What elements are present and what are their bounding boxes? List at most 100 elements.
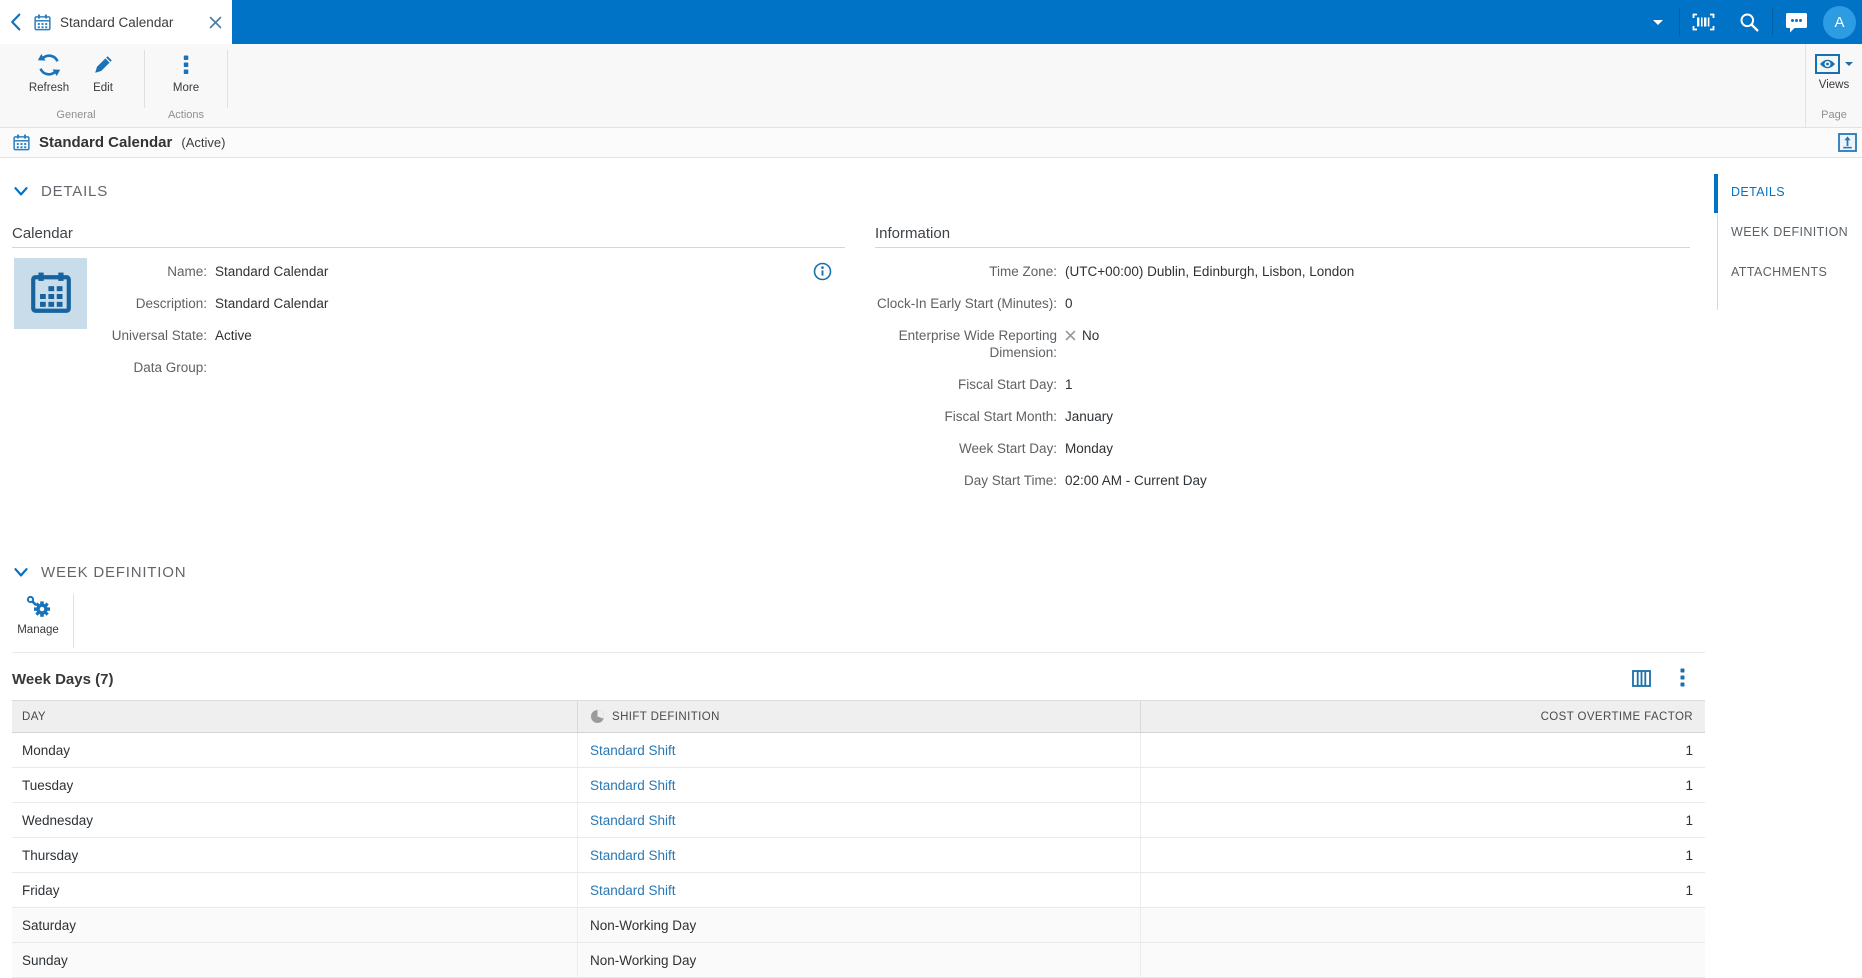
nav-item-week-definition[interactable]: WEEK DEFINITION	[1731, 225, 1848, 240]
details-section-header[interactable]: DETAILS	[14, 183, 108, 200]
calendar-image	[14, 258, 87, 329]
shift-definition-cell: Standard Shift	[577, 733, 1140, 767]
topbar-dropdown-caret[interactable]	[1637, 0, 1679, 44]
column-header-label: SHIFT DEFINITION	[612, 711, 720, 723]
top-bar: Standard Calendar	[0, 0, 1862, 44]
week-definition-section-header[interactable]: WEEK DEFINITION	[14, 564, 186, 581]
shift-definition-link[interactable]: Standard Shift	[590, 883, 676, 898]
barcode-scan-button[interactable]	[1680, 0, 1726, 44]
table-row-wednesday[interactable]: Wednesday Standard Shift 1	[12, 803, 1705, 838]
field-row: Clock-In Early Start (Minutes): 0	[757, 295, 1497, 312]
field-value-text: No	[1082, 327, 1099, 344]
information-panel-header: Information	[875, 225, 950, 242]
edit-button[interactable]: Edit	[76, 44, 130, 109]
field-row: Fiscal Start Day: 1	[757, 376, 1497, 393]
manage-gears-icon	[25, 594, 52, 619]
record-title-bar: Standard Calendar (Active)	[0, 128, 1862, 158]
caret-down-icon	[1845, 62, 1853, 66]
record-status: (Active)	[181, 135, 225, 150]
details-section-title: DETAILS	[41, 183, 108, 200]
field-label: Fiscal Start Month:	[757, 408, 1057, 425]
calendar-panel-header: Calendar	[12, 225, 73, 242]
field-value: Active	[215, 327, 252, 344]
shift-definition-link[interactable]: Standard Shift	[590, 813, 676, 828]
x-icon	[1065, 330, 1076, 341]
day-cell: Tuesday	[12, 768, 577, 802]
search-icon	[1739, 12, 1759, 32]
calendar-tab-icon	[34, 14, 51, 31]
shift-definition-link[interactable]: Standard Shift	[590, 848, 676, 863]
nav-item-details[interactable]: DETAILS	[1731, 185, 1848, 200]
divider	[12, 652, 1705, 653]
tab-standard-calendar[interactable]: Standard Calendar	[30, 0, 232, 44]
day-cell: Friday	[12, 873, 577, 907]
edit-pencil-icon	[91, 51, 115, 79]
manage-button[interactable]: Manage	[10, 594, 66, 636]
chevron-down-icon	[14, 187, 28, 196]
day-cell: Thursday	[12, 838, 577, 872]
views-button[interactable]	[1815, 54, 1853, 74]
column-header-shift-definition[interactable]: SHIFT DEFINITION	[577, 701, 1140, 732]
chat-button[interactable]	[1773, 0, 1819, 44]
more-label: More	[173, 82, 199, 94]
field-label: Day Start Time:	[757, 472, 1057, 489]
field-label: Fiscal Start Day:	[757, 376, 1057, 393]
shift-definition-cell: Non-Working Day	[577, 908, 1140, 942]
field-label: Name:	[105, 263, 207, 280]
field-row: Description: Standard Calendar	[105, 295, 745, 312]
barcode-icon	[1692, 13, 1715, 31]
field-row: Enterprise Wide Reporting Dimension: No	[757, 327, 1497, 361]
shift-definition-link[interactable]: Standard Shift	[590, 743, 676, 758]
column-header-cost-overtime-factor[interactable]: COST OVERTIME FACTOR	[1140, 701, 1705, 732]
table-header-row: DAY SHIFT DEFINITION COST OVERTIME FACTO…	[12, 700, 1705, 733]
table-row-sunday[interactable]: Sunday Non-Working Day	[12, 943, 1705, 978]
column-header-day[interactable]: DAY	[12, 701, 577, 732]
shift-definition-icon	[590, 709, 605, 724]
field-label: Data Group:	[105, 359, 207, 376]
column-settings-button[interactable]	[1630, 667, 1652, 689]
day-cell: Monday	[12, 733, 577, 767]
field-label: Enterprise Wide Reporting Dimension:	[852, 327, 1057, 361]
cost-overtime-cell: 1	[1140, 803, 1705, 837]
refresh-label: Refresh	[29, 82, 69, 94]
divider	[12, 247, 845, 248]
page-nav: DETAILS WEEK DEFINITION ATTACHMENTS	[1731, 185, 1848, 305]
expand-icon	[1838, 133, 1857, 152]
expand-panel-button[interactable]	[1838, 133, 1857, 152]
tab-close-icon[interactable]	[202, 0, 228, 44]
refresh-icon	[36, 51, 62, 79]
field-row: Universal State: Active	[105, 327, 745, 344]
field-row: Day Start Time: 02:00 AM - Current Day	[757, 472, 1497, 489]
table-row-thursday[interactable]: Thursday Standard Shift 1	[12, 838, 1705, 873]
shift-definition-text: Non-Working Day	[590, 918, 696, 933]
ribbon-divider	[227, 50, 228, 108]
shift-definition-cell: Standard Shift	[577, 803, 1140, 837]
ribbon-left: Refresh Edit General	[8, 44, 228, 128]
table-row-friday[interactable]: Friday Standard Shift 1	[12, 873, 1705, 908]
field-value: Standard Calendar	[215, 263, 328, 280]
record-title: Standard Calendar	[39, 134, 172, 151]
nav-item-attachments[interactable]: ATTACHMENTS	[1731, 265, 1848, 280]
table-row-saturday[interactable]: Saturday Non-Working Day	[12, 908, 1705, 943]
ribbon-group-general: Refresh Edit General	[8, 44, 144, 128]
field-value: No	[1065, 327, 1099, 361]
calendar-large-icon	[28, 271, 74, 317]
more-kebab-icon	[183, 51, 189, 79]
avatar[interactable]: A	[1823, 6, 1856, 39]
back-button[interactable]	[0, 0, 30, 44]
more-button[interactable]: More	[159, 44, 213, 109]
shift-definition-link[interactable]: Standard Shift	[590, 778, 676, 793]
caret-down-icon	[1653, 20, 1663, 25]
search-button[interactable]	[1726, 0, 1772, 44]
day-cell: Sunday	[12, 943, 577, 977]
field-row: Week Start Day: Monday	[757, 440, 1497, 457]
table-more-button[interactable]	[1674, 664, 1690, 690]
information-fields: Time Zone: (UTC+00:00) Dublin, Edinburgh…	[757, 263, 1497, 504]
week-days-table: DAY SHIFT DEFINITION COST OVERTIME FACTO…	[12, 700, 1705, 978]
refresh-button[interactable]: Refresh	[22, 44, 76, 109]
toolbar-divider	[73, 594, 74, 648]
table-row-tuesday[interactable]: Tuesday Standard Shift 1	[12, 768, 1705, 803]
table-row-monday[interactable]: Monday Standard Shift 1	[12, 733, 1705, 768]
week-definition-section-title: WEEK DEFINITION	[41, 564, 186, 581]
kebab-icon	[1680, 668, 1685, 687]
